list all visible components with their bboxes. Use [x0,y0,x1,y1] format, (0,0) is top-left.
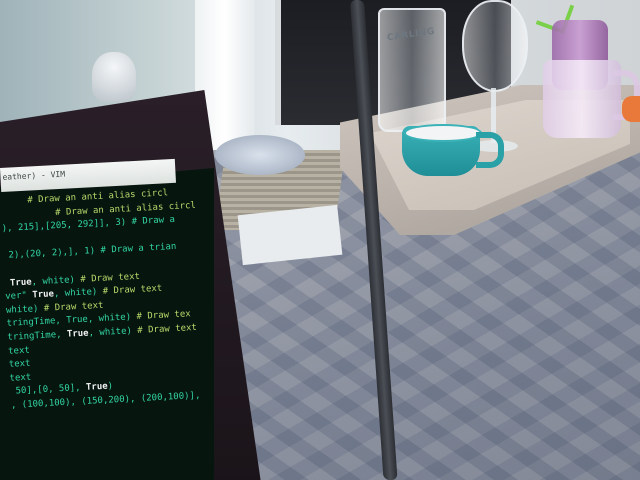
code-comment: # Draw text [137,322,198,336]
code-keyword: True [66,328,89,340]
code-text: white) [5,303,45,316]
code-text: , white) [53,286,103,300]
code-keyword: True [32,289,55,301]
orange-object [622,96,640,122]
wine-glass-bowl [462,0,528,92]
paper-sheet [237,204,343,266]
code-text: ) [107,381,114,392]
code-keyword: True [9,277,32,289]
photo-scene: CARLING eather) - VIM # Draw an anti ali… [0,0,640,480]
code-keyword: True [85,381,108,394]
frosted-mug [543,60,621,138]
code-text: tringTime, [7,329,68,343]
code-text: text [7,345,31,357]
teal-cup-rim [404,124,482,142]
code-text: ver" [5,290,33,303]
teal-cup-handle [476,132,504,168]
vim-code-area: # Draw an anti alias circl # Draw an ant… [0,185,225,413]
figurine [92,52,136,102]
code-text: text [8,358,31,370]
glass-plate [215,135,305,175]
code-text: , white) [31,274,81,288]
code-text: 50],[0, 50], [10,383,87,398]
code-comment: # Draw text [80,271,141,285]
code-text: text [9,372,32,384]
code-text: , white) [88,325,138,339]
code-comment: # Draw tex [136,309,191,323]
code-comment: # Draw text [102,283,163,297]
code-comment: # Draw text [43,300,104,314]
vim-window-title: eather) - VIM [2,169,66,182]
